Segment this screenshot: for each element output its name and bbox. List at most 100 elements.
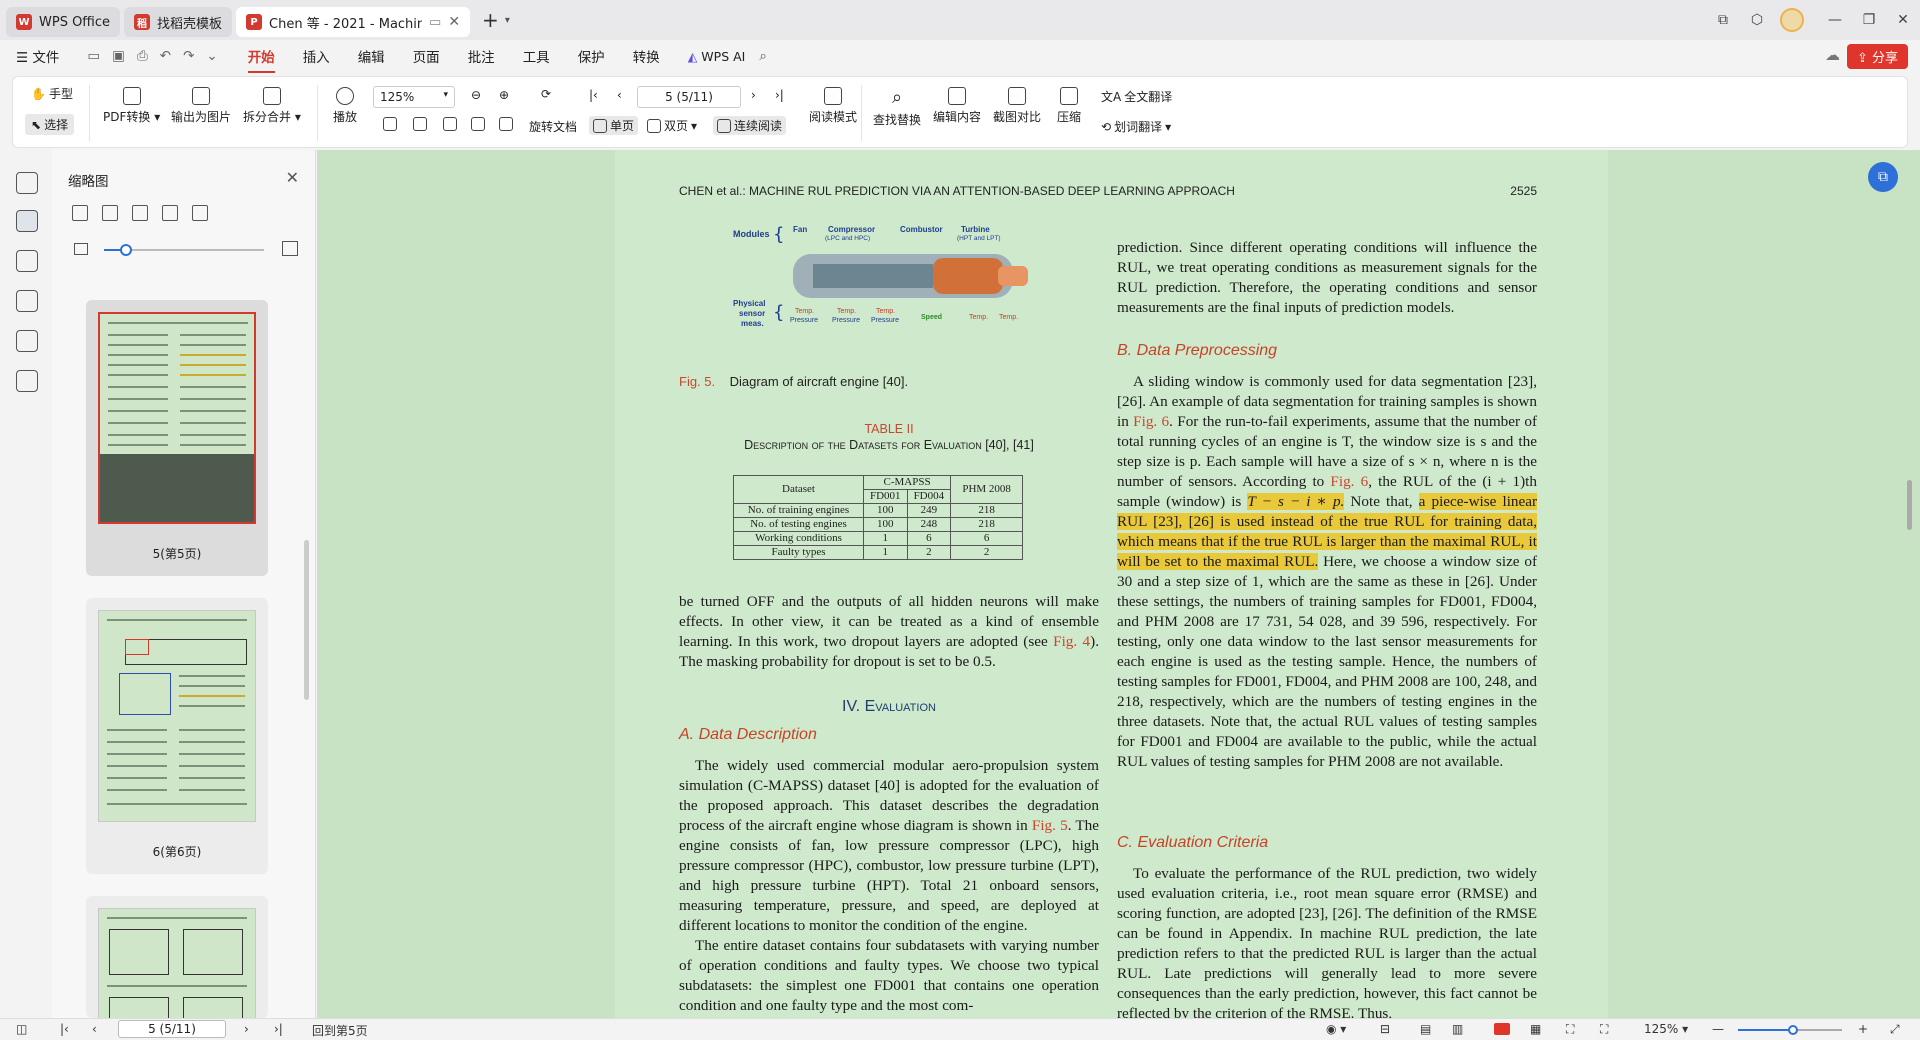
rotate-left-icon[interactable] [471,117,485,131]
next-page-icon[interactable]: › [244,1022,249,1036]
edit-content-button[interactable]: 编辑内容 [933,87,981,125]
expand-icon[interactable]: ⤢ [1890,1022,1900,1037]
rotate-right-icon[interactable] [499,117,513,131]
document-scrollbar[interactable] [1907,480,1912,530]
avatar[interactable] [1780,8,1804,32]
prev-page-icon[interactable]: ‹ [92,1022,97,1036]
thumbnail-scrollbar[interactable] [304,540,309,700]
menu-page[interactable]: 页面 [413,46,440,66]
zoom-in-icon[interactable]: ⊕ [499,88,509,102]
menu-tools[interactable]: 工具 [523,46,550,66]
menu-protect[interactable]: 保护 [578,46,605,66]
continuous-view-icon[interactable]: ⊟ [1380,1022,1390,1036]
thumbnail-page-5[interactable]: 5(第5页) [86,300,268,576]
attachment-icon[interactable] [16,290,38,312]
signature-icon[interactable] [16,330,38,352]
read-mode-button[interactable]: 阅读模式 [809,87,857,125]
find-replace-button[interactable]: ⌕ 查找替换 [873,87,921,128]
save-icon[interactable]: ▣ [112,48,125,64]
menu-start[interactable]: 开始 [247,46,275,73]
menu-annotate[interactable]: 批注 [468,46,495,66]
menu-wps-ai[interactable]: ◭ WPS AI [688,49,746,64]
compress-button[interactable]: 压缩 [1057,87,1081,125]
full-translate-button[interactable]: 文A 全文翻译 [1101,88,1172,105]
fullscreen-icon[interactable]: ⛶ [1600,1022,1608,1037]
export-image-button[interactable]: 输出为图片 [171,87,231,125]
thumbnail-icon[interactable] [16,210,38,232]
share-button[interactable]: ⇪ 分享 [1846,44,1908,69]
multi-window-icon[interactable]: ⧉ [1706,12,1740,28]
zoom-select[interactable]: 125% ▾ [373,86,455,108]
extract-page-icon[interactable] [132,205,148,221]
zoom-out-icon[interactable]: ⊖ [471,88,481,102]
menu-file[interactable]: ☰ 文件 [16,46,59,66]
last-page-icon[interactable]: ›| [775,88,784,102]
floating-tool-icon[interactable]: ⧉ [1868,162,1898,192]
record-icon[interactable] [1494,1023,1510,1038]
figure-link[interactable]: Fig. 4 [1053,633,1090,650]
return-page-link[interactable]: 回到第5页 [312,1022,368,1039]
search-icon[interactable]: ⌕ [759,48,767,64]
thumbnail-page-7[interactable] [86,896,268,1020]
sidebar-toggle-icon[interactable]: ◫ [16,1022,27,1036]
print-icon[interactable]: ⎙ [137,48,148,64]
fit-page-icon[interactable]: ⛶ [1566,1022,1574,1037]
open-folder-icon[interactable]: ▭ [87,48,100,64]
close-panel-icon[interactable]: ✕ [286,168,299,187]
comment-icon[interactable] [16,250,38,272]
zoom-out-icon[interactable]: — [1712,1022,1724,1036]
single-view-icon[interactable]: ▤ [1420,1022,1431,1036]
figure-link[interactable]: Fig. 5 [1032,817,1068,834]
eye-icon[interactable]: ◉ ▾ [1326,1022,1346,1036]
grid-view-icon[interactable] [72,205,88,221]
tab-list-chevron-icon[interactable]: ▾ [505,15,510,26]
more-chevron-icon[interactable]: ⌄ [206,48,217,64]
zoom-in-icon[interactable]: + [1858,1022,1868,1036]
status-page-input[interactable]: 5 (5/11) [118,1020,226,1038]
new-tab-icon[interactable]: + [482,8,499,32]
tab-template[interactable]: 稻 找稻壳模板 [124,7,233,37]
bookmark-icon[interactable] [16,172,38,194]
cloud-upload-icon[interactable]: ☁ [1825,46,1840,64]
layers-icon[interactable] [16,370,38,392]
small-image-icon[interactable] [74,243,88,255]
close-window-icon[interactable]: ✕ [1886,12,1920,28]
zoom-slider[interactable] [1738,1025,1842,1035]
double-view-icon[interactable]: ▥ [1452,1022,1463,1036]
figure-link[interactable]: Fig. 6 [1330,473,1368,490]
minimize-icon[interactable]: — [1818,12,1852,28]
first-page-icon[interactable]: |‹ [589,88,598,102]
screenshot-compare-button[interactable]: 截图对比 [993,87,1041,125]
menu-insert[interactable]: 插入 [303,46,330,66]
replace-page-icon[interactable] [192,205,208,221]
double-page-button[interactable]: 双页 ▾ [647,117,697,134]
insert-page-icon[interactable] [102,205,118,221]
fit-page-icon[interactable] [413,117,427,131]
continuous-read-button[interactable]: 连续阅读 [713,116,787,135]
prev-page-icon[interactable]: ‹ [617,88,622,102]
undo-icon[interactable]: ↶ [160,48,171,64]
menu-convert[interactable]: 转换 [633,46,660,66]
first-page-icon[interactable]: |‹ [60,1022,69,1036]
large-image-icon[interactable] [282,241,298,256]
close-tab-icon[interactable]: ✕ [448,14,460,30]
last-page-icon[interactable]: ›| [274,1022,283,1036]
page-number-input[interactable]: 5 (5/11) [637,86,741,108]
hand-tool-button[interactable]: ✋ 手型 [31,85,73,102]
split-merge-button[interactable]: 拆分合并 ▾ [243,87,301,125]
rotate-icon[interactable]: ⟳ [541,87,551,101]
page-layout-icon[interactable]: ▦ [1530,1022,1541,1036]
pdf-convert-button[interactable]: PDF转换 ▾ [103,87,160,125]
actual-size-icon[interactable] [383,117,397,131]
copy-page-icon[interactable] [162,205,178,221]
rotate-document-button[interactable]: 旋转文档 [529,118,577,135]
select-tool-button[interactable]: ⬉ 选择 [25,114,75,135]
screen-icon[interactable]: ▭ [429,15,441,30]
thumbnail-page-6[interactable]: 6(第6页) [86,598,268,874]
fit-width-icon[interactable] [443,117,457,131]
tab-wps-office[interactable]: W WPS Office [6,7,121,37]
play-button[interactable]: 播放 [333,87,357,125]
restore-icon[interactable]: ❐ [1852,12,1886,28]
highlighted-formula[interactable]: T − s − i ∗ p. [1247,493,1345,510]
status-zoom-select[interactable]: 125% ▾ [1644,1022,1688,1036]
